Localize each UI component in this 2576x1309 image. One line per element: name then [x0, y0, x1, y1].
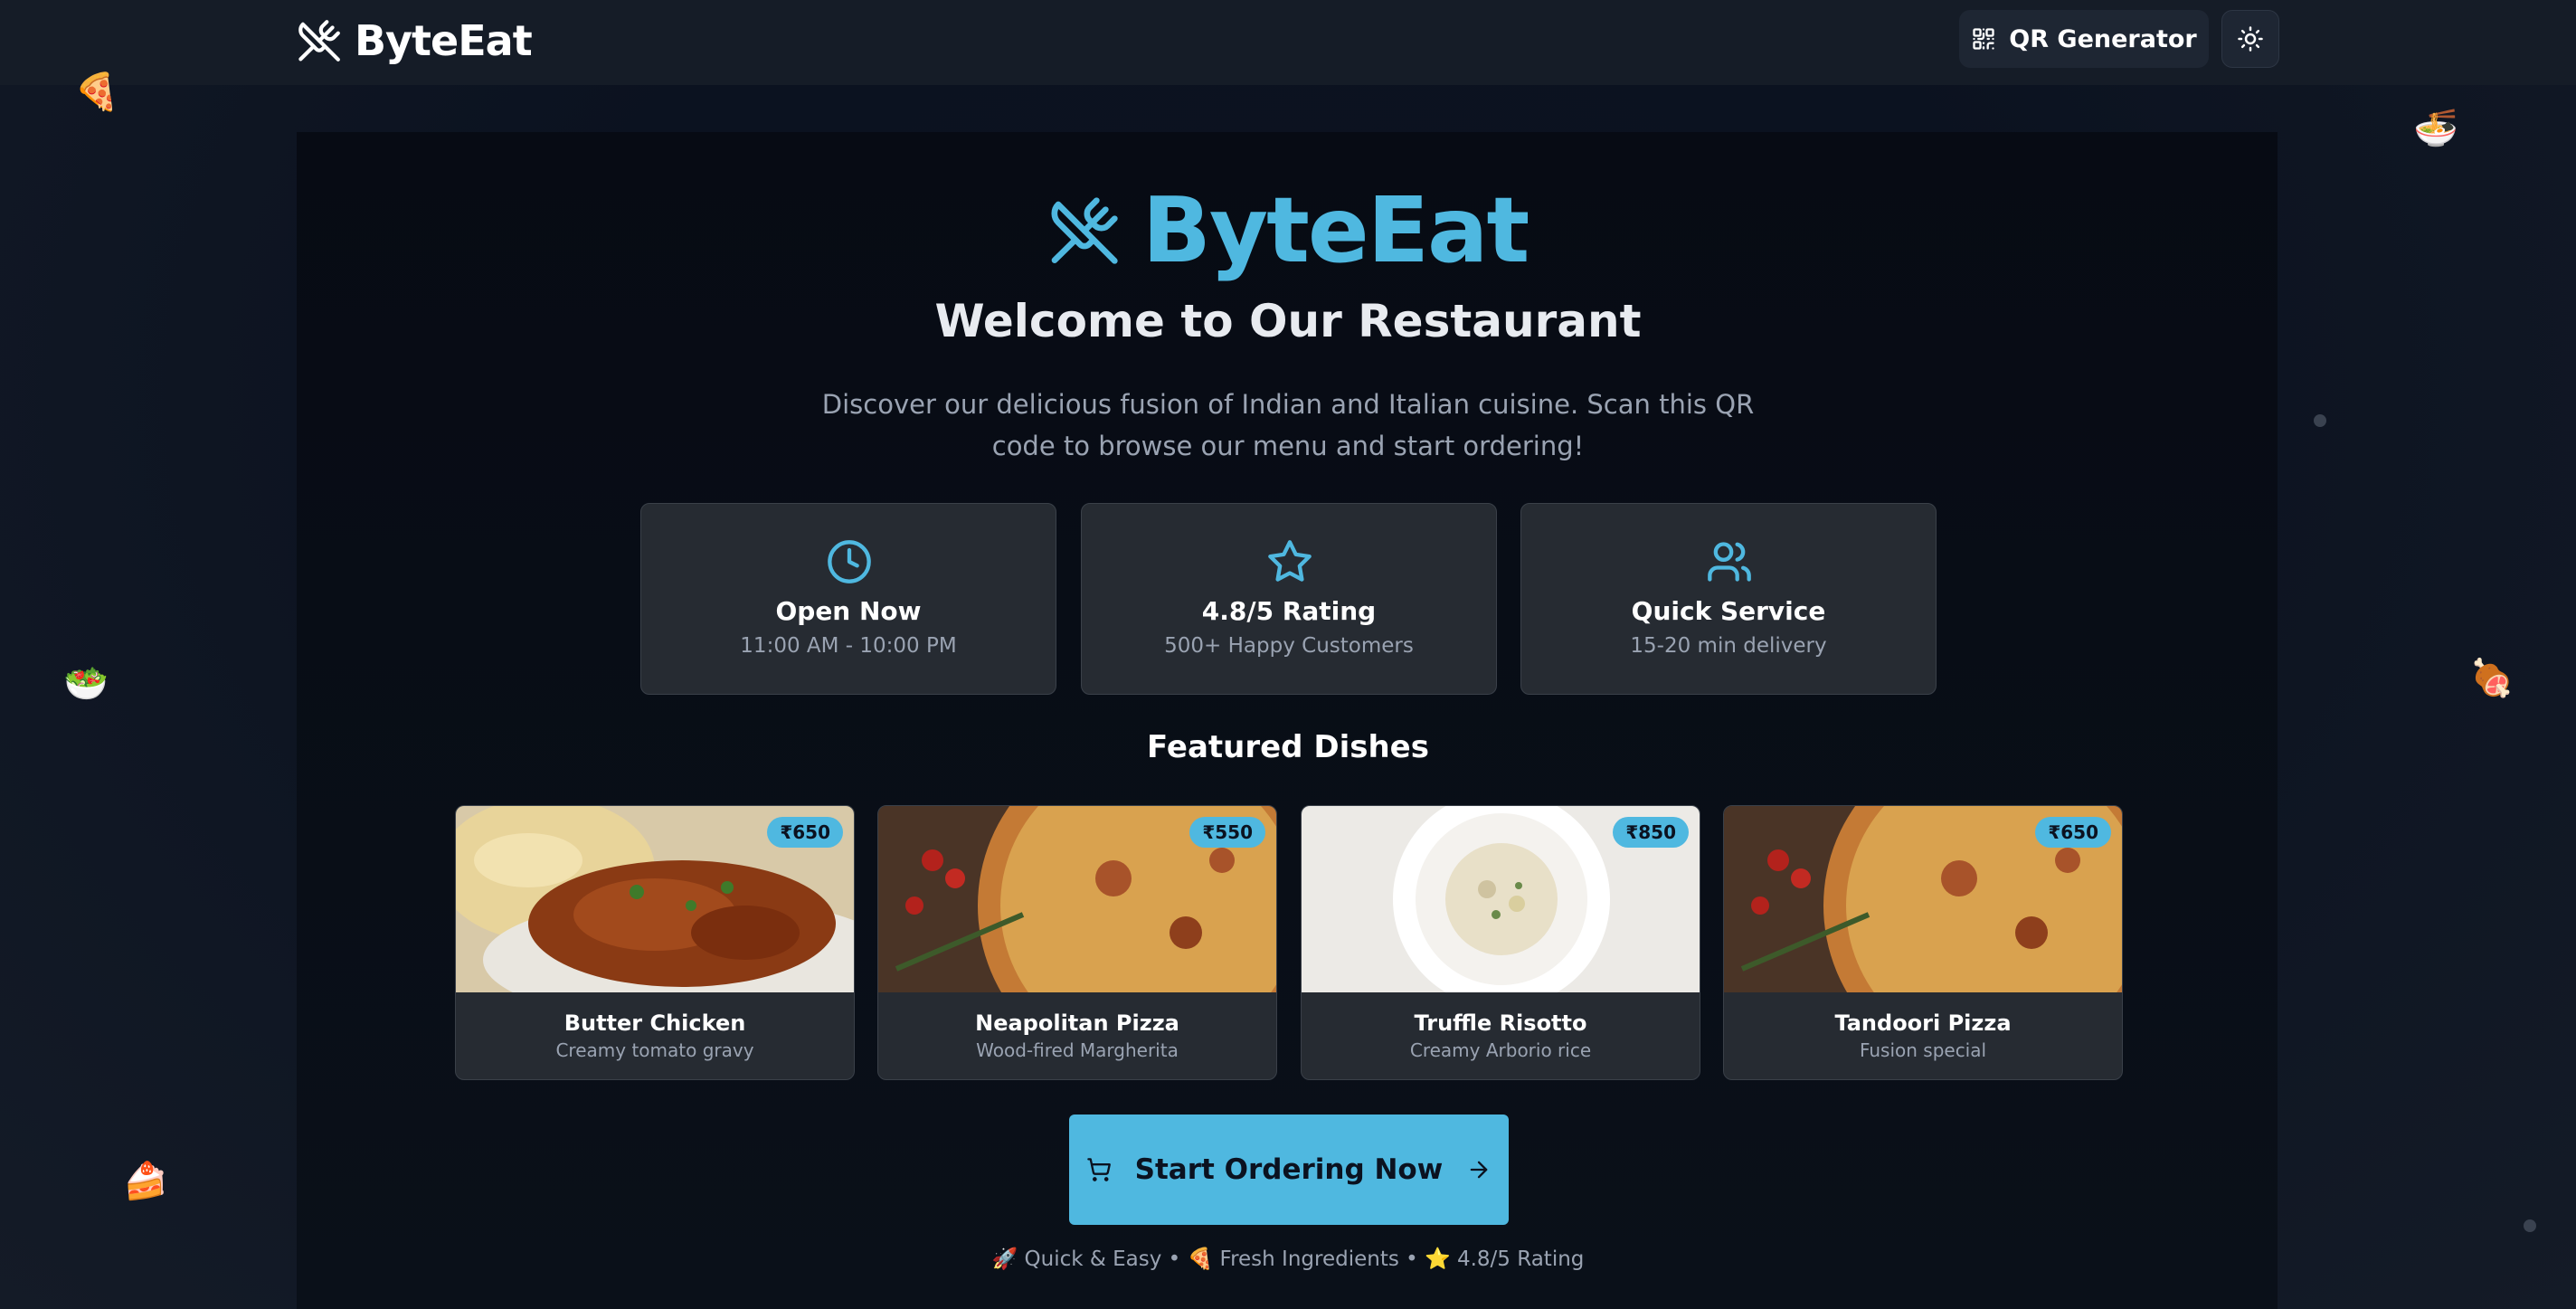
dish-description: Wood-fired Margherita [976, 1039, 1179, 1061]
decorative-dot [2314, 414, 2326, 427]
info-card-subtitle: 15-20 min delivery [1630, 634, 1827, 658]
floating-pizza-emoji: 🍕 [74, 71, 119, 113]
hero-logo: ByteEat [0, 177, 2576, 283]
info-card-service: Quick Service 15-20 min delivery [1520, 503, 1937, 695]
dish-card-neapolitan-pizza[interactable]: ₹550 Neapolitan Pizza Wood-fired Margher… [877, 805, 1277, 1080]
price-badge: ₹850 [1613, 817, 1689, 848]
dish-name: Tandoori Pizza [1834, 1010, 2012, 1036]
price-badge: ₹650 [2035, 817, 2111, 848]
qr-generator-label: QR Generator [2009, 24, 2197, 53]
info-card-rating: 4.8/5 Rating 500+ Happy Customers [1081, 503, 1497, 695]
theme-toggle-button[interactable] [2221, 10, 2279, 68]
start-ordering-button[interactable]: Start Ordering Now [1069, 1115, 1509, 1225]
page-title: Welcome to Our Restaurant [934, 295, 1642, 347]
floating-meat-emoji: 🍖 [2469, 658, 2514, 699]
hero-brand-name: ByteEat [1141, 177, 1530, 283]
info-card-title: Open Now [775, 596, 922, 626]
dish-name: Butter Chicken [564, 1010, 746, 1036]
star-icon [1268, 540, 1312, 582]
brand-name: ByteEat [355, 16, 533, 65]
shopping-cart-icon [1086, 1158, 1111, 1181]
top-nav-bar: ByteEat QR Generator [0, 0, 2576, 85]
info-card-title: 4.8/5 Rating [1201, 596, 1377, 626]
qr-code-icon [1973, 28, 1994, 50]
dish-card-truffle-risotto[interactable]: ₹850 Truffle Risotto Creamy Arborio rice [1301, 805, 1700, 1080]
price-badge: ₹650 [767, 817, 843, 848]
decorative-dot [2524, 1219, 2536, 1232]
clock-icon [828, 540, 871, 583]
dish-card-butter-chicken[interactable]: ₹650 Butter Chicken Creamy tomato gravy [455, 805, 855, 1080]
floating-salad-emoji: 🥗 [63, 663, 109, 705]
info-card-subtitle: 11:00 AM - 10:00 PM [740, 634, 957, 658]
info-card-subtitle: 500+ Happy Customers [1164, 634, 1414, 658]
utensils-crossed-icon [1051, 196, 1118, 264]
users-icon [1708, 542, 1751, 582]
dish-description: Creamy Arborio rice [1409, 1039, 1592, 1061]
sun-icon [2238, 26, 2263, 52]
dish-description: Fusion special [1859, 1039, 1987, 1061]
utensils-crossed-icon [298, 20, 340, 62]
dish-card-tandoori-pizza[interactable]: ₹650 Tandoori Pizza Fusion special [1723, 805, 2123, 1080]
price-badge: ₹550 [1189, 817, 1265, 848]
floating-noodles-emoji: 🍜 [2413, 108, 2458, 149]
qr-generator-button[interactable]: QR Generator [1959, 10, 2209, 68]
feature-highlights: 🚀 Quick & Easy • 🍕 Fresh Ingredients • ⭐… [991, 1247, 1585, 1271]
dish-name: Neapolitan Pizza [975, 1010, 1179, 1036]
brand-logo[interactable]: ByteEat [297, 16, 533, 65]
arrow-right-icon [1470, 1161, 1488, 1179]
info-card-title: Quick Service [1631, 596, 1826, 626]
floating-cake-emoji: 🍰 [123, 1161, 168, 1202]
dish-name: Truffle Risotto [1414, 1010, 1587, 1036]
dish-description: Creamy tomato gravy [555, 1039, 754, 1061]
info-card-hours: Open Now 11:00 AM - 10:00 PM [640, 503, 1056, 695]
intro-text: Discover our delicious fusion of Indian … [821, 389, 1755, 461]
start-ordering-label: Start Ordering Now [1134, 1153, 1444, 1186]
featured-heading: Featured Dishes [1147, 729, 1429, 765]
